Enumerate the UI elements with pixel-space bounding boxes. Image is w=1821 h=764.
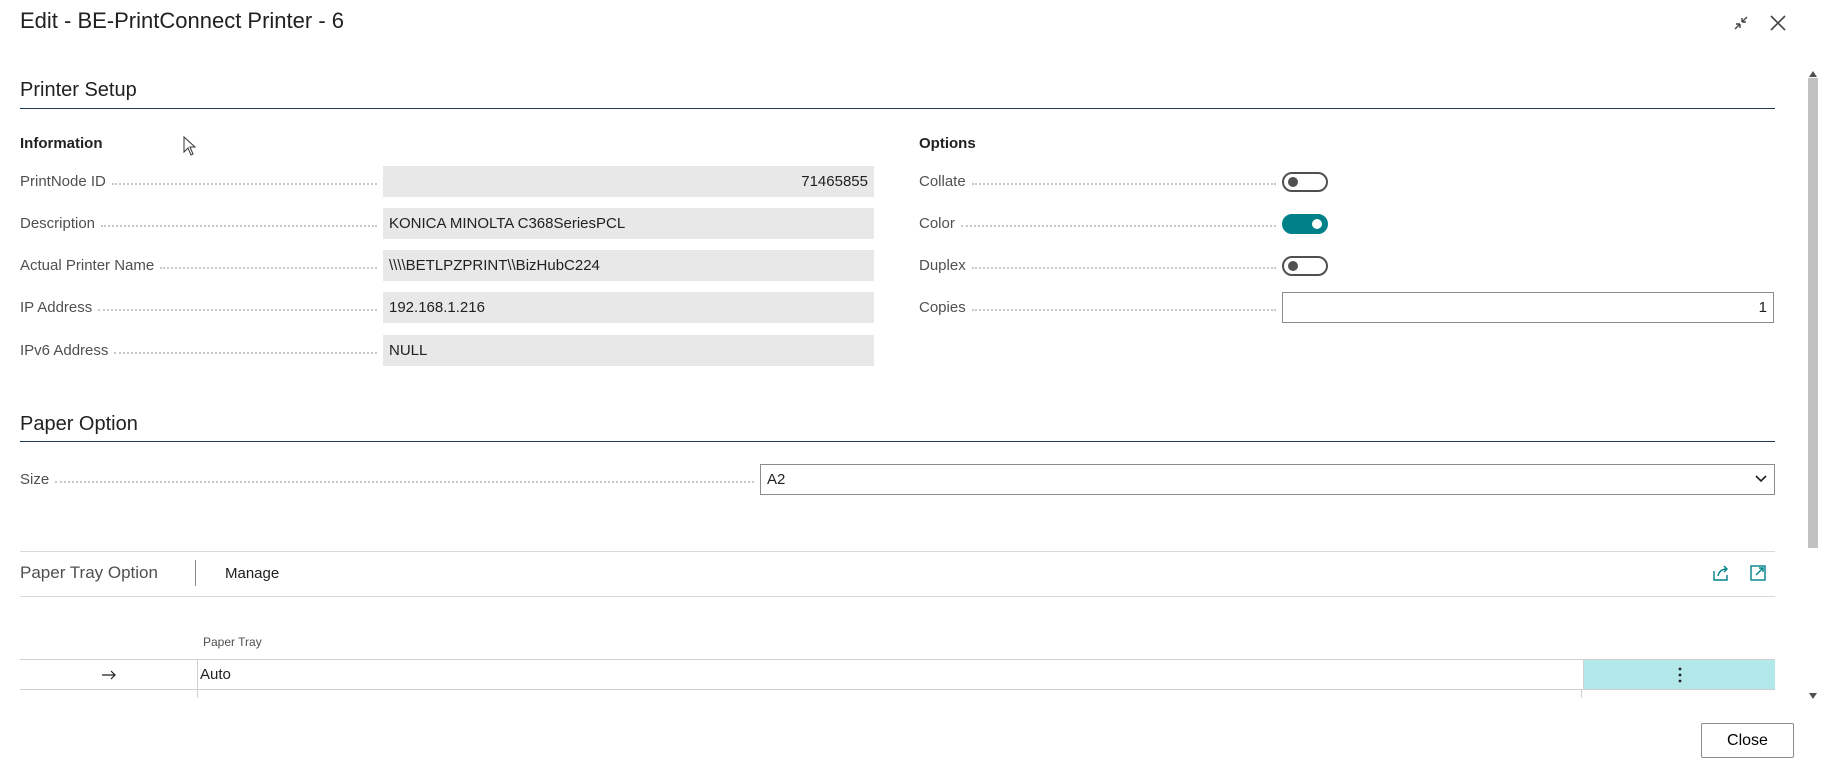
- ipv6-address-row: IPv6 Address NULL: [20, 335, 875, 366]
- divider: [20, 596, 1775, 597]
- printnode-id-field[interactable]: 71465855: [383, 166, 874, 197]
- duplex-label: Duplex: [919, 257, 966, 274]
- color-label: Color: [919, 215, 955, 232]
- paper-option-heading: Paper Option: [20, 413, 138, 435]
- printnode-id-row: PrintNode ID 71465855: [20, 166, 875, 197]
- mouse-cursor-icon: [183, 135, 197, 161]
- section-divider: [20, 108, 1775, 109]
- copies-row: Copies 1: [919, 292, 1775, 323]
- information-heading: Information: [20, 135, 103, 152]
- ipv6-address-label: IPv6 Address: [20, 342, 109, 359]
- divider: [20, 551, 1775, 552]
- close-icon[interactable]: [1765, 10, 1791, 36]
- close-button[interactable]: Close: [1701, 723, 1794, 758]
- paper-tray-column-header[interactable]: Paper Tray: [203, 635, 262, 649]
- size-row: Size A2: [20, 464, 1775, 495]
- printer-setup-heading: Printer Setup: [20, 79, 137, 101]
- ipv6-address-field[interactable]: NULL: [383, 335, 874, 366]
- dialog-title: Edit - BE-PrintConnect Printer - 6: [20, 8, 345, 33]
- paper-tray-grid: Auto: [20, 659, 1775, 698]
- collate-label: Collate: [919, 173, 966, 190]
- section-divider: [20, 441, 1775, 442]
- chevron-down-icon: [1754, 471, 1768, 488]
- expand-icon[interactable]: [1748, 563, 1768, 588]
- color-toggle[interactable]: [1282, 213, 1328, 234]
- size-label: Size: [20, 471, 50, 488]
- actual-printer-name-row: Actual Printer Name \\\\BETLPZPRINT\\Biz…: [20, 250, 875, 281]
- scroll-down-icon[interactable]: [1809, 686, 1817, 704]
- description-field[interactable]: KONICA MINOLTA C368SeriesPCL: [383, 208, 874, 239]
- size-value: A2: [767, 471, 786, 488]
- duplex-toggle[interactable]: [1282, 255, 1328, 276]
- ip-address-row: IP Address 192.168.1.216: [20, 292, 875, 323]
- printnode-id-label: PrintNode ID: [20, 173, 106, 190]
- scrollbar-thumb[interactable]: [1808, 78, 1818, 548]
- share-icon[interactable]: [1711, 563, 1731, 588]
- size-select[interactable]: A2: [760, 464, 1775, 495]
- copies-label: Copies: [919, 299, 966, 316]
- ip-address-label: IP Address: [20, 299, 93, 316]
- options-heading: Options: [919, 135, 976, 152]
- divider: [195, 560, 196, 586]
- actual-printer-name-label: Actual Printer Name: [20, 257, 155, 274]
- actual-printer-name-field[interactable]: \\\\BETLPZPRINT\\BizHubC224: [383, 250, 874, 281]
- table-row: [20, 690, 1775, 698]
- collate-row: Collate: [919, 166, 1775, 197]
- paper-tray-cell[interactable]: Auto: [198, 660, 1584, 689]
- collate-toggle[interactable]: [1282, 171, 1328, 192]
- collapse-icon[interactable]: [1728, 10, 1754, 36]
- description-label: Description: [20, 215, 96, 232]
- row-arrow-icon: [20, 660, 198, 689]
- more-options-icon[interactable]: [1584, 660, 1775, 689]
- duplex-row: Duplex: [919, 250, 1775, 281]
- description-row: Description KONICA MINOLTA C368SeriesPCL: [20, 208, 875, 239]
- paper-tray-option-heading[interactable]: Paper Tray Option: [20, 563, 158, 583]
- color-row: Color: [919, 208, 1775, 239]
- ip-address-field[interactable]: 192.168.1.216: [383, 292, 874, 323]
- table-row[interactable]: Auto: [20, 660, 1775, 690]
- manage-button[interactable]: Manage: [225, 565, 279, 582]
- copies-input[interactable]: 1: [1282, 292, 1774, 323]
